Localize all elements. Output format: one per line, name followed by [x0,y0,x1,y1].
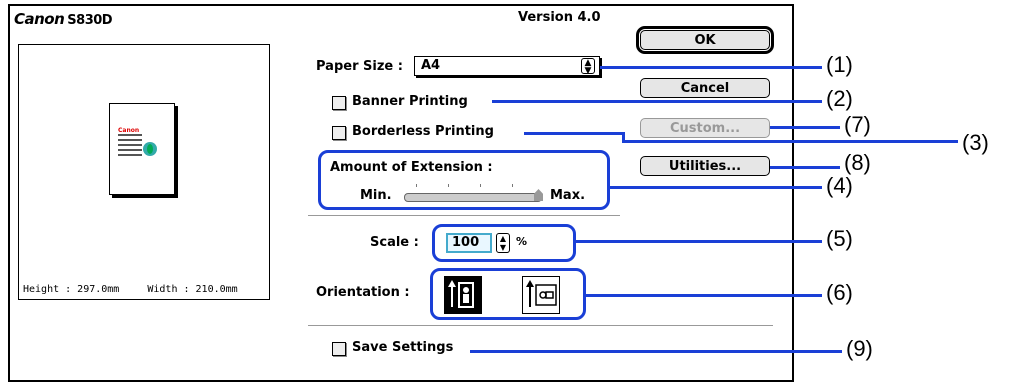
banner-printing-checkbox[interactable] [332,96,346,110]
paper-size-popup[interactable]: A4 ▲ ▼ [414,56,600,76]
width-readout: Width : 210.0mm [147,284,238,295]
version-label: Version 4.0 [518,10,601,25]
borderless-printing-checkbox[interactable] [332,126,346,140]
callout-line-5 [576,240,822,243]
divider [308,215,620,216]
callout-line-3b [622,140,958,143]
callout-number-6: (6) [826,280,853,305]
slider-tick [480,184,481,187]
callout-number-2: (2) [826,86,853,111]
utilities-button[interactable]: Utilities... [640,156,770,176]
callout-line-4 [610,186,822,189]
up-down-arrows-icon: ▲ ▼ [581,58,595,76]
preview-page-text: Canon [118,127,140,134]
divider [308,325,773,326]
banner-printing-label[interactable]: Banner Printing [352,94,468,109]
portrait-orientation-button[interactable] [444,276,482,314]
paper-size-value: A4 [421,58,441,73]
extension-slider-track[interactable] [404,193,542,202]
callout-line-3c [622,132,625,143]
callout-number-5: (5) [826,226,853,251]
save-settings-label[interactable]: Save Settings [352,340,453,355]
orientation-label: Orientation : [316,285,410,300]
brand-name: Canon [14,10,65,28]
callout-number-9: (9) [846,336,873,361]
callout-number-1: (1) [826,52,853,77]
extension-label: Amount of Extension : [330,160,493,175]
callout-number-3: (3) [962,130,989,155]
scale-stepper[interactable]: ▲ ▼ [496,233,510,253]
preview-text-lines [118,134,142,159]
portrait-orientation-icon [448,280,474,308]
callout-line-1 [600,66,822,69]
brand: Canon S830D [14,10,113,28]
slider-tick [512,184,513,187]
custom-button[interactable]: Custom... [640,118,770,138]
callout-number-4: (4) [826,173,853,198]
page-preview: Canon Height : 297.0mm Width : 210.0mm [18,44,270,300]
callout-line-8 [770,166,840,169]
slider-tick [448,184,449,187]
scale-input[interactable]: 100 [446,233,492,253]
printer-model: S830D [67,13,113,28]
paper-dimensions: Height : 297.0mm Width : 210.0mm [23,284,260,295]
extension-max-label: Max. [550,188,586,203]
callout-line-9 [470,350,842,353]
callout-number-7: (7) [844,112,871,137]
scale-label: Scale : [370,235,419,250]
landscape-orientation-icon [526,280,557,307]
callout-number-8: (8) [844,150,871,175]
landscape-orientation-button[interactable] [522,276,560,314]
ok-button[interactable]: OK [636,26,774,54]
callout-line-3 [524,132,624,135]
borderless-printing-label[interactable]: Borderless Printing [352,124,494,139]
scale-unit: % [516,235,528,248]
leaf-icon [143,142,157,156]
extension-min-label: Min. [360,188,392,203]
paper-size-label: Paper Size : [316,59,403,74]
callout-line-6 [586,294,822,297]
callout-line-2 [492,100,822,103]
cancel-button[interactable]: Cancel [640,78,770,98]
preview-page: Canon [109,103,175,195]
height-readout: Height : 297.0mm [23,284,120,295]
save-settings-checkbox[interactable] [332,342,346,356]
callout-line-7 [770,126,840,129]
slider-tick [416,184,417,187]
